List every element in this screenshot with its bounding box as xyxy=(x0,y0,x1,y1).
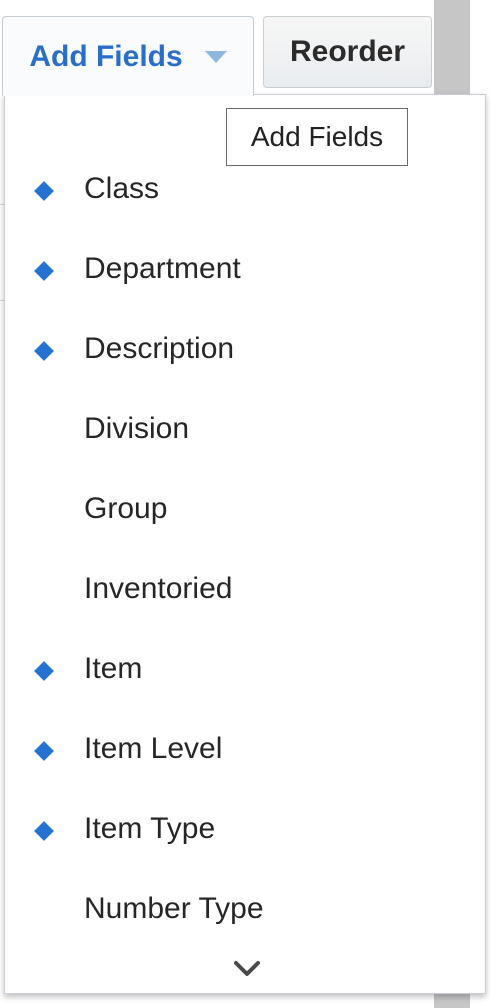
menu-item-label: Description xyxy=(84,332,235,365)
add-fields-tooltip: Add Fields xyxy=(226,108,408,166)
menu-item-label: Number Type xyxy=(84,892,264,925)
menu-item-label: Item xyxy=(84,652,143,685)
reorder-label: Reorder xyxy=(289,35,406,68)
reorder-button[interactable]: Reorder xyxy=(263,16,432,88)
menu-item[interactable]: Description xyxy=(5,309,485,389)
selected-diamond-icon xyxy=(34,261,54,281)
menu-item[interactable]: Item Type xyxy=(5,789,485,869)
caret-down-icon xyxy=(204,50,227,63)
selected-diamond-icon xyxy=(34,341,54,361)
menu-item-label: Group xyxy=(84,492,168,525)
selected-diamond-icon xyxy=(34,741,54,761)
menu-item-label: Department xyxy=(84,252,241,285)
menu-item-label: Division xyxy=(84,412,190,445)
add-fields-menu: Class Department Description Division Group I… xyxy=(4,94,486,994)
menu-item-label: Inventoried xyxy=(84,572,233,605)
menu-item[interactable]: Inventoried xyxy=(5,549,485,629)
selected-diamond-icon xyxy=(34,661,54,681)
menu-item[interactable]: Department xyxy=(5,229,485,309)
menu-item[interactable]: Number Type xyxy=(5,869,485,949)
menu-item-label: Class xyxy=(84,172,160,205)
menu-list: Class Department Description Division Group I… xyxy=(5,149,485,949)
menu-item[interactable]: Group xyxy=(5,469,485,549)
menu-item[interactable]: Item Level xyxy=(5,709,485,789)
chevron-down-icon[interactable] xyxy=(229,957,265,981)
toolbar: Add Fields Reorder xyxy=(0,0,434,96)
menu-item[interactable]: Division xyxy=(5,389,485,469)
tooltip-text: Add Fields xyxy=(250,121,384,152)
menu-item[interactable]: Item xyxy=(5,629,485,709)
menu-item-label: Item Level xyxy=(84,732,223,765)
selected-diamond-icon xyxy=(34,181,54,201)
selected-diamond-icon xyxy=(34,821,54,841)
add-fields-label: Add Fields xyxy=(29,39,183,73)
menu-item-label: Item Type xyxy=(84,812,216,845)
add-fields-button[interactable]: Add Fields xyxy=(2,16,254,96)
